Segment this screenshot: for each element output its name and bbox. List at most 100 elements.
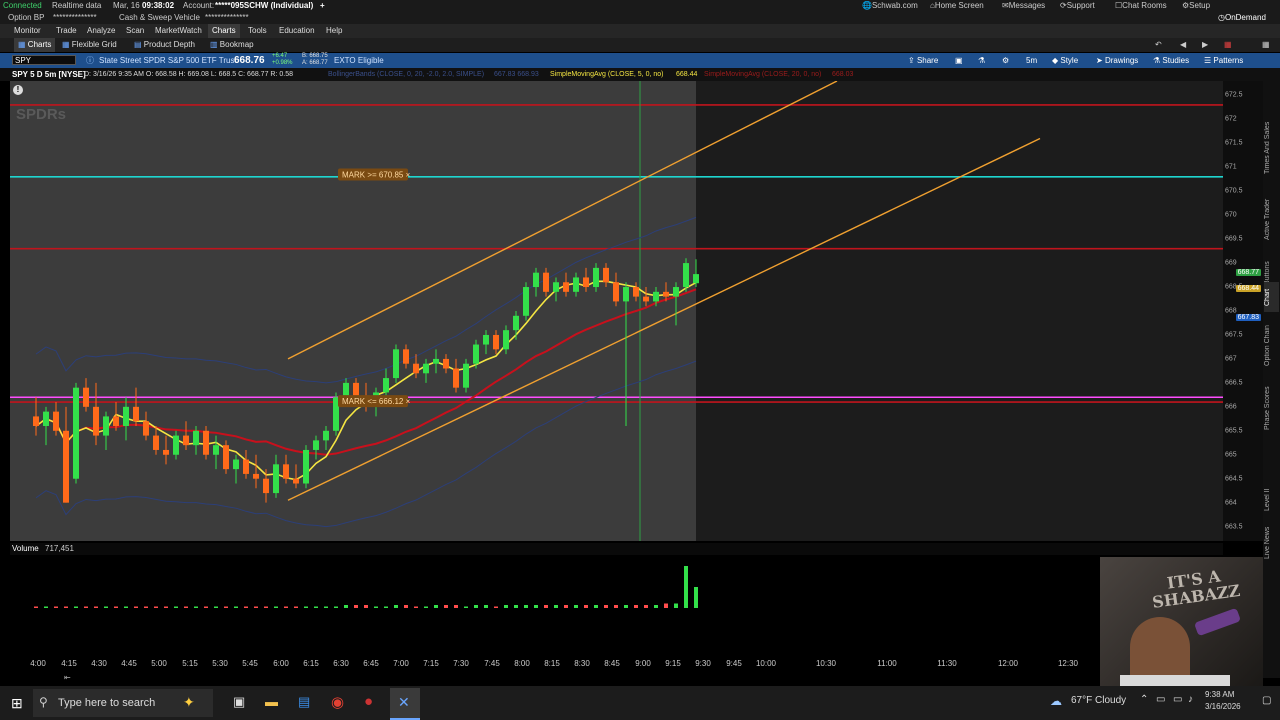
flask-icon[interactable]: ⚗ bbox=[978, 53, 985, 68]
price-axis[interactable]: 672.5 672 671.5 671 670.5 670 669.5 669 668.5 668… bbox=[1223, 81, 1263, 541]
forward-icon[interactable]: ▶ bbox=[1202, 38, 1208, 52]
volume-bar bbox=[364, 605, 368, 608]
gear-icon[interactable]: ⚙ bbox=[1002, 53, 1009, 68]
store-icon[interactable]: ▤ bbox=[298, 694, 310, 710]
tab-live-news[interactable]: Live News bbox=[1264, 520, 1279, 566]
style-button[interactable]: ◆ Style bbox=[1052, 53, 1078, 68]
back-icon[interactable]: ◀ bbox=[1180, 38, 1186, 52]
link-support[interactable]: ⟳ Support bbox=[1060, 0, 1095, 11]
cash-label: Cash & Sweep Vehicle bbox=[119, 13, 200, 22]
price-tick: 669.5 bbox=[1225, 235, 1243, 243]
account-value[interactable]: *****095SCHW (Individual) bbox=[215, 0, 313, 11]
clock-date[interactable]: 3/16/2026 bbox=[1205, 702, 1241, 711]
network-icon[interactable]: ▭ bbox=[1156, 694, 1165, 705]
time-tick: 5:30 bbox=[212, 659, 228, 668]
weather-text[interactable]: 67°F Cloudy bbox=[1071, 695, 1126, 706]
grid-settings-icon[interactable]: ▦ bbox=[1262, 38, 1270, 52]
tray-chevron-icon[interactable]: ⌃ bbox=[1140, 694, 1148, 705]
volume-bar bbox=[174, 606, 178, 608]
tab-times-and-sales[interactable]: Times And Sales bbox=[1264, 108, 1279, 188]
candle-body bbox=[593, 267, 599, 288]
link-setup[interactable]: ⚙ Setup bbox=[1182, 0, 1210, 11]
bollinger-label[interactable]: BollingerBands (CLOSE, 0, 20, -2.0, 2.0,… bbox=[328, 68, 484, 81]
candle-body bbox=[583, 277, 589, 288]
notification-icon[interactable]: ▢ bbox=[1262, 695, 1271, 706]
clock-time[interactable]: 9:38 AM bbox=[1205, 690, 1234, 699]
volume-bar bbox=[424, 606, 428, 608]
tab-level-ii[interactable]: Level II bbox=[1264, 484, 1279, 516]
symbol-input[interactable]: SPY bbox=[12, 55, 76, 65]
chart-layout-icon[interactable]: ▣ bbox=[955, 53, 963, 68]
candle-body bbox=[633, 287, 639, 297]
volume-icon[interactable]: ♪ bbox=[1188, 694, 1193, 705]
menu-monitor[interactable]: Monitor bbox=[10, 24, 45, 38]
thinkorswim-icon[interactable]: ✕ bbox=[390, 688, 420, 720]
sma20-label[interactable]: SimpleMovingAvg (CLOSE, 20, 0, no) bbox=[704, 68, 821, 81]
file-explorer-icon[interactable]: ▬ bbox=[265, 694, 278, 709]
menu-tools[interactable]: Tools bbox=[244, 24, 271, 38]
grid-layout-icon[interactable]: ▦ bbox=[1224, 38, 1232, 52]
time-tick: 11:00 bbox=[877, 659, 897, 668]
subtab-product-depth[interactable]: ▤ Product Depth bbox=[134, 38, 195, 52]
subtab-charts[interactable]: ▦ Charts bbox=[14, 38, 56, 52]
tab-phase-scores[interactable]: Phase Scores bbox=[1264, 378, 1279, 438]
mark-label: MARK >= 670.85 × bbox=[342, 170, 411, 179]
share-button[interactable]: ⇪ Share bbox=[908, 53, 938, 68]
volume-bar bbox=[354, 605, 358, 608]
time-tick: 9:45 bbox=[726, 659, 742, 668]
subtab-flexible-grid[interactable]: ▦ Flexible Grid bbox=[62, 38, 117, 52]
menu-charts[interactable]: Charts bbox=[208, 24, 240, 38]
menu-marketwatch[interactable]: MarketWatch bbox=[151, 24, 206, 38]
menu-scan[interactable]: Scan bbox=[122, 24, 148, 38]
volume-bar bbox=[594, 605, 598, 608]
time-tick: 12:30 bbox=[1057, 659, 1079, 668]
link-chat-rooms[interactable]: ☐ Chat Rooms bbox=[1115, 0, 1167, 11]
sma20-value: 668.03 bbox=[832, 71, 854, 78]
candle-body bbox=[233, 459, 239, 470]
add-icon[interactable]: + bbox=[320, 0, 325, 11]
menu-help[interactable]: Help bbox=[322, 24, 346, 38]
link-schwab[interactable]: 🌐 Schwab.com bbox=[862, 0, 918, 11]
display-icon[interactable]: ▭ bbox=[1173, 694, 1182, 705]
info-icon[interactable]: ⓘ bbox=[86, 53, 94, 68]
price-chart[interactable]: SPDRs MARK >= 670.85 ×MARK <= 666.12 ×MA… bbox=[10, 80, 1223, 628]
expand-icon[interactable]: ⇤ bbox=[64, 673, 74, 683]
windows-start-icon[interactable]: ⊞ bbox=[11, 695, 23, 712]
tab-active-trader[interactable]: Active Trader bbox=[1264, 190, 1279, 248]
menu-analyze[interactable]: Analyze bbox=[83, 24, 119, 38]
app-icon[interactable]: ● bbox=[364, 693, 373, 710]
weather-icon[interactable]: ☁ bbox=[1050, 694, 1062, 708]
exto-eligible: EXTO Eligible bbox=[334, 56, 384, 65]
candle-body bbox=[103, 416, 109, 436]
price-chart-svg[interactable]: SPDRs MARK >= 670.85 ×MARK <= 666.12 ×MA… bbox=[10, 80, 1223, 628]
candle-body bbox=[143, 421, 149, 436]
subtab-bookmap[interactable]: ▥ Bookmap bbox=[210, 38, 254, 52]
time-tick: 6:30 bbox=[333, 659, 349, 668]
task-view-icon[interactable]: ▣ bbox=[233, 694, 245, 710]
sma5-label[interactable]: SimpleMovingAvg (CLOSE, 5, 0, no) bbox=[550, 68, 663, 81]
volume-bar bbox=[54, 606, 58, 608]
link-home-screen[interactable]: ⌂ Home Screen bbox=[930, 0, 984, 11]
volume-bar bbox=[654, 605, 658, 608]
taskbar-search[interactable]: ⚲ Type here to search ✦ bbox=[33, 689, 213, 717]
session-area bbox=[696, 81, 1223, 541]
time-axis[interactable]: 4:00 4:15 4:30 4:45 5:00 5:15 5:30 5:45 6:00 6:15… bbox=[10, 657, 1223, 671]
main-menu: Monitor Trade Analyze Scan MarketWatch C… bbox=[0, 24, 1280, 38]
candle-body bbox=[423, 363, 429, 374]
volume-pane[interactable] bbox=[10, 555, 1223, 657]
drawings-button[interactable]: ➤ Drawings bbox=[1096, 53, 1138, 68]
candle-body bbox=[313, 440, 319, 450]
menu-education[interactable]: Education bbox=[275, 24, 319, 38]
timeframe-button[interactable]: 5m bbox=[1026, 53, 1037, 68]
menu-trade[interactable]: Trade bbox=[52, 24, 81, 38]
tab-option-chain[interactable]: Option Chain bbox=[1264, 318, 1279, 374]
studies-button[interactable]: ⚗ Studies bbox=[1153, 53, 1189, 68]
undo-icon[interactable]: ↶ bbox=[1155, 38, 1162, 52]
link-messages[interactable]: ✉ Messages bbox=[1002, 0, 1045, 11]
chrome-icon[interactable]: ◉ bbox=[331, 693, 344, 711]
chart-subtabs: ▦ Charts ▦ Flexible Grid ▤ Product Depth… bbox=[0, 38, 1280, 52]
tab-chart[interactable]: Chart bbox=[1264, 282, 1279, 312]
alert-icon[interactable]: ! bbox=[13, 85, 23, 95]
ondemand-button[interactable]: ◷ OnDemand bbox=[1218, 11, 1266, 24]
patterns-button[interactable]: ☰ Patterns bbox=[1204, 53, 1243, 68]
